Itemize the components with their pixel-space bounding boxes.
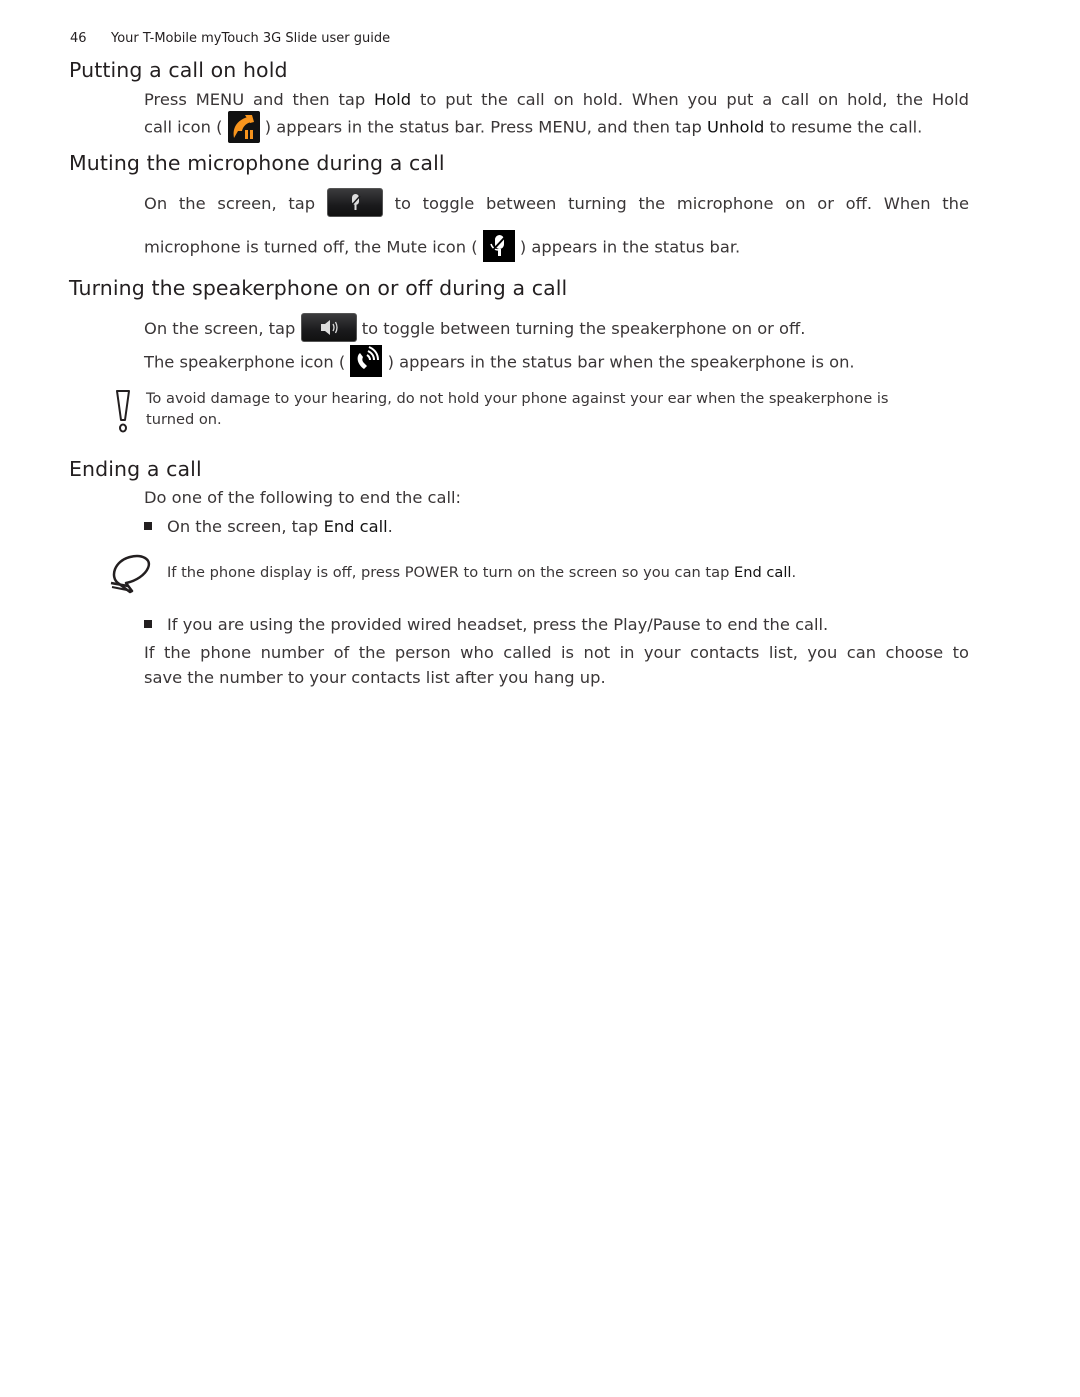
mute-paragraph-line1: On the screen, tap to toggle between tur… [144,188,969,219]
text: to toggle between turning the microphone… [382,194,969,213]
text: ) appears in the status bar. Press MENU,… [259,117,707,137]
text: microphone is turned off, the Mute icon … [144,237,483,257]
speaker-paragraph-line1: On the screen, tap to toggle between tur… [144,313,969,344]
tip-speech-bubble-icon [108,553,154,599]
hold-call-icon [227,111,260,143]
text: If you are using the provided wired head… [167,615,829,634]
text: On the screen, tap [144,194,327,213]
text: to resume the call. [764,117,923,137]
text: . [791,564,797,581]
end-call-term: End call [733,564,792,581]
guide-title: Your T-Mobile myTouch 3G Slide user guid… [111,31,391,46]
tip-note: If the phone display is off, press POWER… [167,562,977,583]
unhold-term: Unhold [706,117,765,137]
page-header: 46 Your T-Mobile myTouch 3G Slide user gu… [70,31,390,46]
text: If the phone display is off, press POWER… [167,564,734,581]
text: . [387,517,393,536]
mute-paragraph-line2: microphone is turned off, the Mute icon … [144,230,969,264]
ending-intro: Do one of the following to end the call: [144,488,461,507]
text: to toggle between turning the speakerpho… [356,319,806,338]
list-item: If you are using the provided wired head… [144,612,828,637]
end-call-term: End call [323,517,388,536]
mute-button-icon [326,188,383,217]
text: call icon ( [144,117,228,137]
warning-text-line1: To avoid damage to your hearing, do not … [146,390,889,407]
ending-outro-line2: save the number to your contacts list af… [144,668,606,687]
text: ) appears in the status bar when the spe… [382,352,855,372]
text: On the screen, tap [144,319,301,338]
hold-paragraph-line2: call icon ( ) appears in the status bar.… [144,111,969,144]
hold-term: Hold [374,90,412,109]
text: ) appears in the status bar. [514,237,741,257]
warning-exclamation-icon [115,389,131,439]
ending-outro-line1: If the phone number of the person who ca… [144,643,969,662]
list-item: On the screen, tap End call. [144,514,393,539]
heading-muting-microphone: Muting the microphone during a call [69,151,445,175]
heading-speakerphone: Turning the speakerphone on or off durin… [69,276,568,300]
bullet-square-icon [144,521,152,530]
page-number: 46 [70,31,87,46]
text: to put the call on hold. When you put a … [411,90,969,109]
heading-ending-call: Ending a call [69,457,202,481]
text: On the screen, tap [167,517,324,536]
speakerphone-status-icon [350,345,383,377]
heading-call-on-hold: Putting a call on hold [69,58,288,82]
warning-text-line2: turned on. [146,411,222,428]
speaker-button-icon [300,313,357,342]
mute-status-icon [482,230,515,262]
text: The speakerphone icon ( [144,352,351,372]
speaker-paragraph-line2: The speakerphone icon ( ) appears in the… [144,345,969,379]
warning-note: To avoid damage to your hearing, do not … [146,388,956,430]
text: Press MENU and then tap [144,90,375,109]
hold-paragraph-line1: Press MENU and then tap Hold to put the … [144,87,969,112]
bullet-square-icon [144,619,152,628]
